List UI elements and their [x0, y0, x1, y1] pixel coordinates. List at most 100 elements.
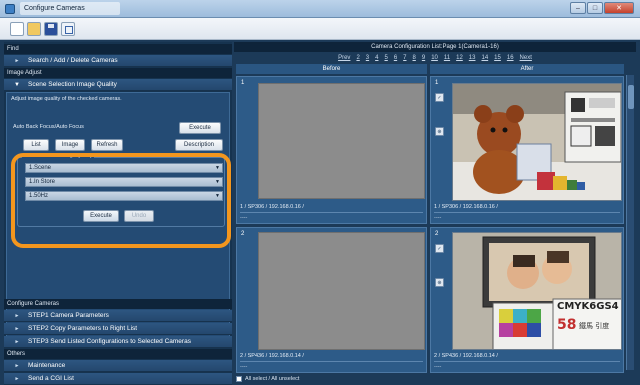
page-link[interactable]: 4 — [375, 53, 378, 63]
panel-description: Adjust image quality of the checked came… — [11, 96, 122, 102]
chevron-right-icon: ► — [14, 58, 20, 64]
camera-status: ---- — [434, 364, 442, 370]
scrollbar-thumb[interactable] — [628, 85, 634, 109]
zoom-icon[interactable]: ⊕ — [435, 278, 444, 287]
af-label: Auto Back Focus/Auto Focus — [13, 124, 84, 130]
open-icon[interactable] — [27, 21, 41, 36]
after-column-header: After — [430, 64, 624, 74]
divider — [240, 361, 423, 362]
step2-label: STEP2 Copy Parameters to Right List — [28, 325, 138, 332]
chevron-right-icon: ► — [14, 339, 20, 345]
page-link[interactable]: 12 — [456, 53, 463, 63]
chevron-right-icon: ► — [14, 326, 20, 332]
camera-number: 2 — [241, 231, 245, 237]
checkbox[interactable]: ✓ — [435, 244, 444, 253]
page-link[interactable]: 13 — [469, 53, 476, 63]
chevron-right-icon: ► — [14, 376, 20, 382]
close-button[interactable]: ✕ — [604, 2, 634, 14]
page-link[interactable]: 3 — [366, 53, 369, 63]
camera-cell-after-1[interactable]: 1 ✓ ⊕ 1 / SP306 / 192.168.0.16 / ---- — [430, 76, 624, 224]
checkbox[interactable] — [236, 375, 242, 382]
chevron-right-icon: ► — [14, 313, 20, 319]
camera-snapshot-1 — [452, 83, 622, 201]
no-image-placeholder — [258, 83, 425, 199]
camera-cell-after-2[interactable]: 2 ✓ ⊕ CMYK6GS4 58 鐵馬 引度 2 / SP436 / 192.… — [430, 227, 624, 373]
save-icon[interactable] — [44, 21, 58, 36]
page-link[interactable]: 9 — [422, 53, 425, 63]
prev-link[interactable]: Prev — [338, 53, 350, 63]
vertical-scrollbar[interactable] — [626, 75, 634, 370]
window-controls: – □ ✕ — [570, 2, 634, 14]
step2-item[interactable]: ► STEP2 Copy Parameters to Right List — [4, 323, 232, 335]
refresh-button[interactable]: Refresh — [91, 139, 123, 151]
camera-status: ---- — [434, 215, 442, 221]
maximize-button[interactable]: □ — [587, 2, 603, 14]
title-bar: Configure Cameras – □ ✕ — [0, 0, 640, 18]
page-link[interactable]: 5 — [384, 53, 387, 63]
photo-chart-kanji: 鐵馬 引度 — [579, 322, 610, 330]
properties-icon[interactable] — [61, 21, 75, 36]
page-link[interactable]: 14 — [481, 53, 488, 63]
camera-status: ---- — [240, 215, 248, 221]
no-image-placeholder — [258, 232, 425, 350]
minimize-button[interactable]: – — [570, 2, 586, 14]
configuration-list-header: Camera Configuration List:Page 1(Camera1… — [234, 42, 636, 52]
description-button[interactable]: Description — [175, 139, 223, 151]
page-link[interactable]: 15 — [494, 53, 501, 63]
scene-selection-item[interactable]: ▼ Scene Selection Image Quality — [4, 79, 232, 91]
send-cgi-item[interactable]: ► Send a CGI List — [4, 373, 232, 385]
new-icon[interactable] — [10, 21, 24, 36]
camera-cell-before-2[interactable]: 2 2 / SP436 / 192.168.0.14 / ---- — [236, 227, 427, 373]
maintenance-item[interactable]: ► Maintenance — [4, 360, 232, 372]
divider — [434, 212, 620, 213]
configure-cameras-header: Configure Cameras — [4, 299, 232, 309]
page-link[interactable]: 10 — [431, 53, 438, 63]
pagination: Prev 2 3 4 5 6 7 8 9 10 11 12 13 14 15 1… — [234, 53, 636, 63]
list-button[interactable]: List — [23, 139, 49, 151]
camera-address: 1 / SP306 / 192.168.0.16 / — [240, 204, 304, 210]
page-link[interactable]: 16 — [507, 53, 514, 63]
page-link[interactable]: 7 — [403, 53, 406, 63]
camera-cell-before-1[interactable]: 1 1 / SP306 / 192.168.0.16 / ---- — [236, 76, 427, 224]
send-cgi-label: Send a CGI List — [28, 375, 74, 382]
camera-number: 2 — [435, 231, 439, 237]
teddy-bear-scene-image — [453, 84, 621, 200]
step1-label: STEP1 Camera Parameters — [28, 312, 109, 319]
divider — [434, 361, 620, 362]
page-link[interactable]: 2 — [356, 53, 359, 63]
highlight-frame — [11, 153, 231, 248]
before-column-header: Before — [236, 64, 427, 74]
image-adjust-header: Image Adjust — [4, 68, 232, 78]
maintenance-label: Maintenance — [28, 362, 66, 369]
step3-item[interactable]: ► STEP3 Send Listed Configurations to Se… — [4, 336, 232, 348]
next-link[interactable]: Next — [520, 53, 532, 63]
scene-selection-label: Scene Selection Image Quality — [28, 81, 117, 88]
camera-address: 2 / SP436 / 192.168.0.14 / — [434, 353, 498, 359]
chevron-right-icon: ► — [14, 363, 20, 369]
checkbox[interactable]: ✓ — [435, 93, 444, 102]
select-all-toggle[interactable]: All select / All unselect — [236, 374, 299, 385]
camera-snapshot-2: CMYK6GS4 58 鐵馬 引度 — [452, 232, 622, 350]
image-button[interactable]: Image — [55, 139, 85, 151]
step3-label: STEP3 Send Listed Configurations to Sele… — [28, 338, 191, 345]
window-title: Configure Cameras — [20, 2, 120, 15]
step1-item[interactable]: ► STEP1 Camera Parameters — [4, 310, 232, 322]
test-chart-scene-image — [453, 233, 621, 349]
toolbar — [0, 18, 640, 40]
zoom-icon[interactable]: ⊕ — [435, 127, 444, 136]
photo-chart-number: 58 — [557, 317, 577, 333]
camera-address: 1 / SP306 / 192.168.0.16 / — [434, 204, 498, 210]
search-cameras-label: Search / Add / Delete Cameras — [28, 57, 118, 64]
camera-address: 2 / SP436 / 192.168.0.14 / — [240, 353, 304, 359]
page-link[interactable]: 11 — [444, 53, 450, 63]
find-header: Find — [4, 44, 232, 54]
photo-chart-text: CMYK6GS4 — [557, 301, 619, 312]
camera-number: 1 — [435, 80, 439, 86]
page-link[interactable]: 6 — [394, 53, 397, 63]
af-execute-button[interactable]: Execute — [179, 122, 221, 134]
camera-status: ---- — [240, 364, 248, 370]
select-all-label: All select / All unselect — [245, 376, 300, 382]
chevron-down-icon: ▼ — [14, 82, 20, 88]
page-link[interactable]: 8 — [413, 53, 416, 63]
search-cameras-item[interactable]: ► Search / Add / Delete Cameras — [4, 55, 232, 67]
